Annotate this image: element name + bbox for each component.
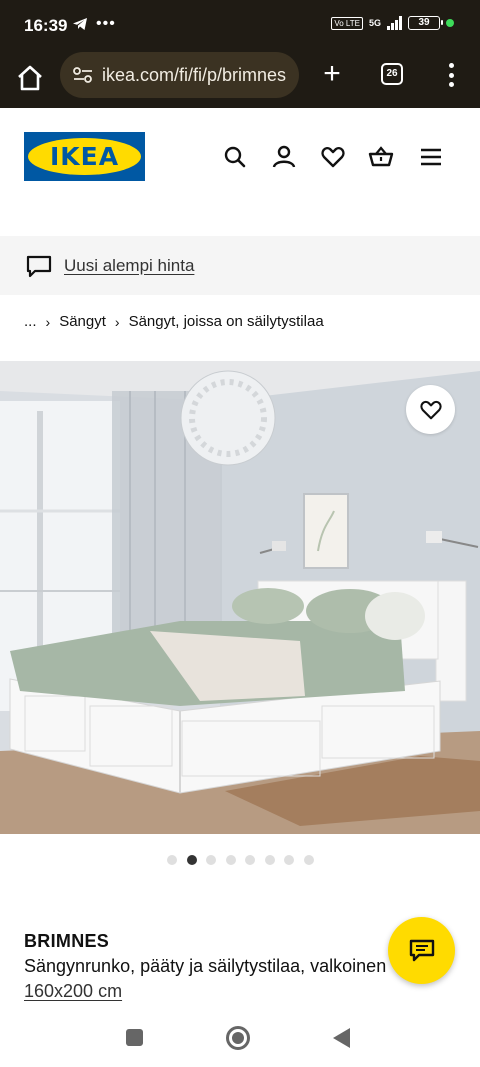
carousel-dot[interactable] [186,855,197,865]
breadcrumb-item-storage-beds[interactable]: Sängyt, joissa on säilytystilaa [129,313,324,330]
carousel-dot[interactable] [284,855,294,865]
add-to-favourites-button[interactable] [406,385,455,434]
home-icon[interactable] [14,62,46,94]
search-icon[interactable] [222,144,248,170]
product-size-link[interactable]: 160x200 cm [24,981,122,1002]
browser-toolbar: ikea.com/fi/fi/p/brimnes + 26 [0,50,480,108]
volte-icon: Vo LTE [331,16,363,30]
status-system-icons: Vo LTE 5G 39 [331,16,454,30]
network-type-label: 5G [368,18,381,28]
status-notification-icons: ••• [72,15,116,33]
basket-icon[interactable] [368,144,394,170]
signal-strength-icon [387,16,402,30]
hamburger-icon[interactable] [418,144,444,170]
site-settings-icon[interactable] [72,66,94,84]
battery-icon: 39 [408,16,443,30]
carousel-dot[interactable] [264,855,275,865]
telegram-icon [73,18,87,30]
speech-bubble-icon [26,255,52,277]
ikea-logo[interactable]: IKEA [24,132,145,181]
heart-icon [419,400,442,419]
status-bar: 16:39 ••• Vo LTE 5G 39 [0,0,480,50]
breadcrumb-ellipsis[interactable]: ... [24,313,37,330]
breadcrumb-item-beds[interactable]: Sängyt [59,313,106,330]
privacy-indicator-dot [446,19,454,27]
carousel-dot[interactable] [245,855,255,865]
product-description: Sängynrunko, pääty ja säilytystilaa, val… [24,956,387,976]
tab-count: 26 [386,68,398,79]
favourites-icon[interactable] [320,144,346,170]
price-notice-banner: Uusi alempi hinta [0,236,480,295]
carousel-dot[interactable] [206,855,216,865]
chat-button[interactable] [388,917,455,984]
carousel-dot[interactable] [167,855,177,865]
product-name: BRIMNES [24,931,110,951]
chevron-right-icon: › [45,313,51,330]
system-navigation-bar [0,1012,480,1067]
more-dots-icon: ••• [96,15,116,32]
new-lower-price-link[interactable]: Uusi alempi hinta [64,256,194,276]
new-tab-icon[interactable]: + [318,59,346,89]
breadcrumb: ... › Sängyt › Sängyt, joissa on säilyty… [24,313,324,330]
browser-menu-icon[interactable] [441,61,461,89]
home-button[interactable] [226,1026,250,1050]
tab-switcher-button[interactable]: 26 [381,63,403,85]
url-text: ikea.com/fi/fi/p/brimnes [102,64,287,85]
back-button[interactable] [333,1028,350,1048]
site-header: IKEA [0,108,480,236]
chat-icon [409,939,434,961]
carousel-dot[interactable] [303,855,314,865]
recents-button[interactable] [126,1029,143,1046]
chevron-right-icon: › [114,313,120,330]
product-image[interactable] [0,361,480,834]
image-carousel-indicator [167,855,314,865]
logo-text: IKEA [49,142,120,171]
carousel-dot[interactable] [225,855,236,865]
bed-photo [0,361,480,834]
battery-level: 39 [418,17,430,28]
address-bar[interactable]: ikea.com/fi/fi/p/brimnes [60,52,299,98]
account-icon[interactable] [271,144,297,170]
status-time: 16:39 [24,16,68,35]
